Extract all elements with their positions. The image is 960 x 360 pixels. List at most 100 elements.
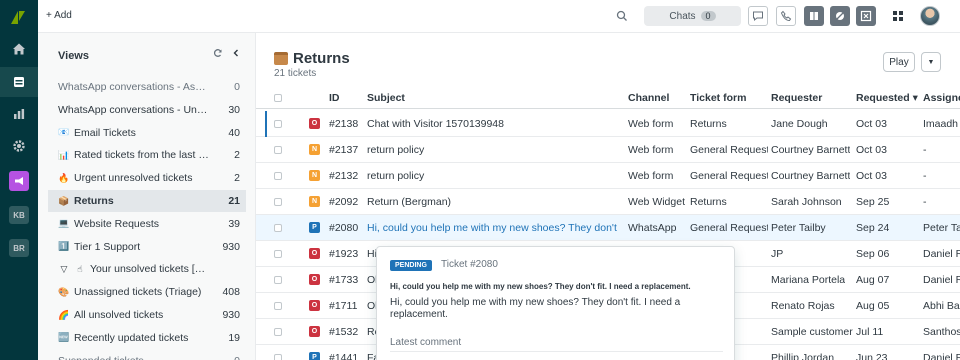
row-checkbox[interactable]: [274, 250, 282, 258]
view-item-icon: 📧: [58, 127, 70, 138]
view-item-icon: 1️⃣: [58, 241, 70, 252]
table-row[interactable]: N #2137 return policy Web form General Reque…: [256, 137, 960, 163]
view-item[interactable]: 🆕 Recently updated tickets 19: [48, 327, 246, 349]
row-checkbox[interactable]: [274, 172, 282, 180]
view-item-icon: 💻: [58, 218, 70, 229]
view-item-label: Rated tickets from the last 7 d...: [74, 149, 216, 162]
row-checkbox[interactable]: [274, 354, 282, 360]
home-icon[interactable]: [9, 39, 29, 59]
ticket-requester: Peter Tailby: [771, 222, 826, 234]
view-item-label: Email Tickets: [74, 126, 136, 139]
ticket-requester: Mariana Portela: [771, 274, 846, 286]
ticket-assignee: -: [923, 196, 927, 208]
ticket-assignee: Peter Tai: [923, 222, 960, 234]
ticket-assignee: Daniel Ru: [923, 274, 960, 286]
ticket-assignee: -: [923, 144, 927, 156]
play-button[interactable]: Play: [883, 52, 915, 72]
ticket-subject[interactable]: Hi, could you help me with my new shoes?…: [367, 222, 619, 234]
view-item[interactable]: ▽ ☝ Your unsolved tickets [Skil...: [48, 258, 246, 280]
ticket-requested: Sep 06: [856, 248, 890, 260]
view-item-count: 0: [216, 355, 246, 360]
reporting-icon[interactable]: [9, 104, 29, 124]
view-item-count: 930: [222, 240, 240, 253]
chats-button[interactable]: Chats 0: [644, 6, 741, 26]
ticket-subject[interactable]: return policy: [367, 144, 619, 156]
conversations-icon[interactable]: [748, 6, 768, 26]
ticket-subject[interactable]: Return (Bergman): [367, 196, 619, 208]
search-icon[interactable]: [616, 10, 628, 22]
phone-icon[interactable]: [776, 6, 796, 26]
view-item[interactable]: 🔥 Urgent unresolved tickets 2: [48, 167, 246, 189]
col-requester[interactable]: Requester: [771, 92, 822, 104]
ticket-form: Returns: [690, 118, 727, 130]
ticket-id: #2132: [329, 170, 359, 182]
user-avatar[interactable]: [920, 6, 940, 26]
col-channel[interactable]: Channel: [628, 92, 669, 104]
col-requested[interactable]: Requested ▾: [856, 92, 918, 104]
table-row[interactable]: O #2138 Chat with Visitor 1570139948 Web fo…: [256, 111, 960, 137]
table-row[interactable]: N #2092 Return (Bergman) Web Widget Returns S…: [256, 189, 960, 215]
refresh-icon[interactable]: [213, 48, 223, 58]
add-button[interactable]: + Add: [46, 10, 72, 21]
app-kb-badge[interactable]: KB: [9, 206, 29, 224]
row-checkbox[interactable]: [274, 198, 282, 206]
top-bar: + Add Chats 0: [38, 0, 960, 33]
col-assignee[interactable]: Assignee: [923, 92, 960, 104]
ticket-assignee: Imaadh S: [923, 118, 960, 130]
announcement-megaphone-icon[interactable]: [9, 171, 29, 191]
zendesk-logo-icon[interactable]: [9, 8, 27, 26]
row-checkbox[interactable]: [274, 302, 282, 310]
select-all-checkbox[interactable]: [274, 94, 282, 102]
ticket-requester: Sarah Johnson: [771, 196, 842, 208]
row-checkbox[interactable]: [274, 328, 282, 336]
product-tray-icon[interactable]: [888, 6, 908, 26]
col-subject[interactable]: Subject: [367, 92, 405, 104]
row-checkbox[interactable]: [274, 120, 282, 128]
ticket-subject[interactable]: Chat with Visitor 1570139948: [367, 118, 619, 130]
ticket-requested: Sep 24: [856, 222, 890, 234]
view-options-chevron-down-icon[interactable]: ▼: [921, 52, 941, 72]
view-item[interactable]: 🎨 Unassigned tickets (Triage) 408: [48, 281, 246, 303]
ticket-preview-card: PENDING Ticket #2080 Hi, could you help …: [376, 246, 735, 360]
ticket-requested: Oct 03: [856, 144, 887, 156]
view-item[interactable]: 1️⃣ Tier 1 Support 930: [48, 236, 246, 258]
collapse-chevron-icon[interactable]: [231, 48, 241, 58]
table-row[interactable]: P #2080 Hi, could you help me with my new …: [256, 215, 960, 241]
row-checkbox[interactable]: [274, 276, 282, 284]
view-item[interactable]: Suspended tickets0: [48, 350, 246, 360]
ticket-requester: JP: [771, 248, 784, 260]
view-item-count: 39: [228, 217, 240, 230]
row-checkbox[interactable]: [274, 146, 282, 154]
ticket-requester: Jane Dough: [771, 118, 828, 130]
filter-icon: ▽: [60, 263, 68, 274]
col-ticket-form[interactable]: Ticket form: [690, 92, 746, 104]
apps-panel-icon[interactable]: [804, 6, 824, 26]
settings-gear-icon[interactable]: [9, 136, 29, 156]
view-item[interactable]: WhatsApp conversations - Assig... 0: [48, 76, 246, 98]
ticket-channel: WhatsApp: [628, 222, 677, 234]
view-item[interactable]: 📊 Rated tickets from the last 7 d... 2: [48, 144, 246, 166]
view-item[interactable]: 🌈 All unsolved tickets 930: [48, 304, 246, 326]
table-row[interactable]: N #2132 return policy Web form General Reque…: [256, 163, 960, 189]
views-icon[interactable]: [9, 72, 29, 92]
app-br-badge[interactable]: BR: [9, 239, 29, 257]
view-item[interactable]: WhatsApp conversations - Unass... 30: [48, 99, 246, 121]
close-panel-icon[interactable]: [856, 6, 876, 26]
card-description: Hi, could you help me with my new shoes?…: [390, 297, 681, 320]
views-title: Views: [58, 50, 89, 62]
chat-off-icon[interactable]: [830, 6, 850, 26]
view-item-icon: 🎨: [58, 286, 70, 297]
ticket-id: #2092: [329, 196, 359, 208]
ticket-requested: Aug 07: [856, 274, 890, 286]
view-item-label: Unassigned tickets (Triage): [74, 286, 202, 299]
views-panel: Views WhatsApp conversations - Assig... 0…: [38, 33, 256, 360]
view-item[interactable]: 📦 Returns 21: [48, 190, 246, 212]
view-item[interactable]: 📧 Email Tickets 40: [48, 122, 246, 144]
view-item-count: 30: [228, 103, 240, 116]
view-item[interactable]: 💻 Website Requests 39: [48, 213, 246, 235]
ticket-subject[interactable]: return policy: [367, 170, 619, 182]
col-id[interactable]: ID: [329, 92, 340, 104]
view-title: Returns: [293, 50, 350, 67]
row-checkbox[interactable]: [274, 224, 282, 232]
ticket-assignee: Daniel Ru: [923, 352, 960, 360]
